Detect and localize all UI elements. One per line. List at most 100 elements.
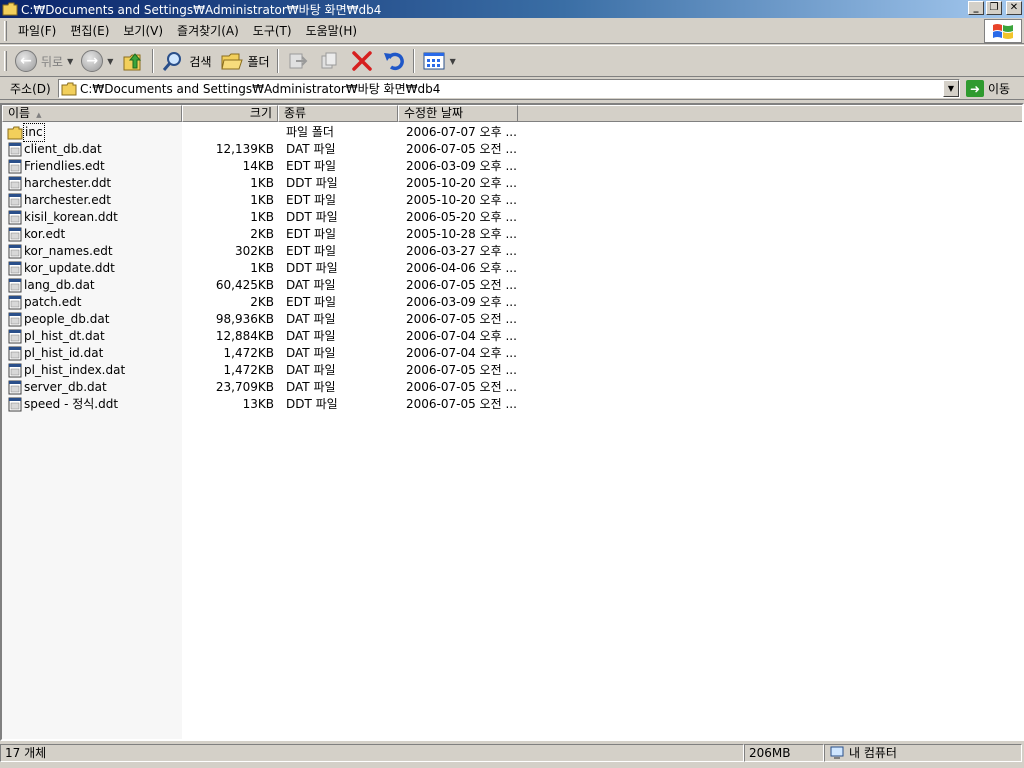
file-row[interactable]: lang_db.dat 60,425KB DAT 파일 2006-07-05 오전 .… <box>2 277 1022 294</box>
file-name: client_db.dat <box>24 142 102 156</box>
copy-to-button[interactable] <box>314 48 346 74</box>
file-icon <box>8 363 22 378</box>
file-name: server_db.dat <box>24 380 107 394</box>
file-row[interactable]: harchester.edt 1KB EDT 파일 2005-10-20 오후 ... <box>2 192 1022 209</box>
window-bottom-edge <box>0 763 1024 768</box>
menu-view[interactable]: 보기(V) <box>116 21 170 41</box>
address-value: C:₩Documents and Settings₩Administrator₩… <box>80 82 441 96</box>
views-button[interactable]: ▼ <box>418 48 460 74</box>
file-size: 302KB <box>234 244 274 258</box>
move-to-button[interactable] <box>282 48 314 74</box>
file-row[interactable]: speed - 정식.ddt 13KB DDT 파일 2006-07-05 오전 ..… <box>2 396 1022 413</box>
forward-dropdown-icon[interactable]: ▼ <box>107 57 113 66</box>
column-header-date[interactable]: 수정한 날짜 <box>398 105 518 122</box>
column-header-name[interactable]: 이름 ▲ <box>2 105 182 122</box>
forward-arrow-icon: → <box>81 50 104 72</box>
file-modified-date: 2006-07-05 오전 ... <box>406 312 516 326</box>
file-type: DDT 파일 <box>286 210 338 224</box>
views-dropdown-icon[interactable]: ▼ <box>450 57 456 66</box>
menu-help[interactable]: 도움말(H) <box>299 21 365 41</box>
file-type: EDT 파일 <box>286 193 337 207</box>
title-bar[interactable]: C:₩Documents and Settings₩Administrator₩… <box>0 0 1024 18</box>
status-zone-label: 내 컴퓨터 <box>849 746 897 760</box>
file-row[interactable]: people_db.dat 98,936KB DAT 파일 2006-07-05 오전… <box>2 311 1022 328</box>
file-row[interactable]: harchester.ddt 1KB DDT 파일 2005-10-20 오후 ... <box>2 175 1022 192</box>
address-label: 주소(D) <box>10 82 51 96</box>
file-size: 12,884KB <box>215 329 274 343</box>
menu-tools[interactable]: 도구(T) <box>246 21 299 41</box>
file-name: speed - 정식.ddt <box>24 397 119 411</box>
go-button[interactable]: ➜ 이동 <box>966 79 1010 98</box>
back-arrow-icon: ← <box>15 50 37 72</box>
maximize-button[interactable]: ❐ <box>986 1 1002 15</box>
back-dropdown-icon[interactable]: ▼ <box>67 57 73 66</box>
toolbar-separator <box>412 49 415 73</box>
file-row[interactable]: kor.edt 2KB EDT 파일 2005-10-28 오후 ... <box>2 226 1022 243</box>
standard-toolbar: ← 뒤로 ▼ → ▼ 검색 폴더 ▼ <box>0 45 1024 77</box>
file-name: kor_update.ddt <box>24 261 115 275</box>
file-type: DDT 파일 <box>286 397 338 411</box>
file-name: patch.edt <box>24 295 82 309</box>
address-bar: 주소(D) C:₩Documents and Settings₩Administ… <box>0 78 1024 100</box>
file-modified-date: 2006-04-06 오후 ... <box>406 261 516 275</box>
file-row[interactable]: Friendlies.edt 14KB EDT 파일 2006-03-09 오후 ..… <box>2 158 1022 175</box>
status-bar: 17 개체 206MB 내 컴퓨터 <box>0 743 1024 763</box>
file-modified-date: 2005-10-20 오후 ... <box>406 193 516 207</box>
file-row[interactable]: pl_hist_id.dat 1,472KB DAT 파일 2006-07-04 오후… <box>2 345 1022 362</box>
undo-button[interactable] <box>378 48 410 74</box>
status-total-size: 206MB <box>744 744 824 762</box>
file-modified-date: 2006-07-05 오전 ... <box>406 397 516 411</box>
toolbar-grip[interactable] <box>4 51 7 71</box>
file-row[interactable]: kisil_korean.ddt 1KB DDT 파일 2006-05-20 오후 .… <box>2 209 1022 226</box>
file-name: pl_hist_dt.dat <box>24 329 105 343</box>
folder-icon <box>2 2 18 16</box>
close-button[interactable]: ✕ <box>1006 1 1022 15</box>
file-type: EDT 파일 <box>286 159 337 173</box>
menu-favorites[interactable]: 즐겨찾기(A) <box>170 21 246 41</box>
up-folder-button[interactable] <box>117 48 149 74</box>
file-row[interactable]: patch.edt 2KB EDT 파일 2006-03-09 오후 ... <box>2 294 1022 311</box>
menu-file[interactable]: 파일(F) <box>11 21 63 41</box>
minimize-button[interactable]: _ <box>968 1 984 15</box>
file-size: 60,425KB <box>215 278 274 292</box>
file-icon <box>8 397 22 412</box>
file-row[interactable]: client_db.dat 12,139KB DAT 파일 2006-07-05 오전… <box>2 141 1022 158</box>
column-header-name-label: 이름 <box>8 106 31 120</box>
file-icon <box>8 329 22 344</box>
file-name: people_db.dat <box>24 312 110 326</box>
file-type: DAT 파일 <box>286 329 336 343</box>
column-header-filler <box>518 105 1022 122</box>
folders-button[interactable]: 폴더 <box>216 48 274 74</box>
back-button[interactable]: ← 뒤로 ▼ <box>11 48 77 74</box>
address-dropdown-icon[interactable]: ▼ <box>943 80 959 97</box>
go-arrow-icon: ➜ <box>966 80 984 97</box>
file-type: DDT 파일 <box>286 176 338 190</box>
file-icon <box>8 176 22 191</box>
address-input[interactable]: C:₩Documents and Settings₩Administrator₩… <box>58 79 960 98</box>
file-size: 98,936KB <box>215 312 274 326</box>
menu-edit[interactable]: 편집(E) <box>63 21 116 41</box>
file-row[interactable]: kor_names.edt 302KB EDT 파일 2006-03-27 오후 ..… <box>2 243 1022 260</box>
column-header-type[interactable]: 종류 <box>278 105 398 122</box>
windows-logo-icon <box>984 19 1022 43</box>
file-icon <box>8 193 22 208</box>
sort-ascending-icon: ▲ <box>36 111 42 119</box>
file-modified-date: 2006-07-05 오전 ... <box>406 142 516 156</box>
my-computer-icon <box>830 746 844 759</box>
search-button[interactable]: 검색 <box>157 48 215 74</box>
file-row[interactable]: pl_hist_index.dat 1,472KB DAT 파일 2006-07-05… <box>2 362 1022 379</box>
file-modified-date: 2006-07-05 오전 ... <box>406 380 516 394</box>
folder-row[interactable]: inc 파일 폴더 2006-07-07 오후 ... <box>2 123 1022 142</box>
forward-button[interactable]: → ▼ <box>77 48 117 74</box>
column-header-size[interactable]: 크기 <box>182 105 278 122</box>
menu-grip[interactable] <box>4 20 7 41</box>
file-name: kor.edt <box>24 227 66 241</box>
file-icon <box>8 227 22 242</box>
file-row[interactable]: pl_hist_dt.dat 12,884KB DAT 파일 2006-07-04 오… <box>2 328 1022 345</box>
file-icon <box>8 312 22 327</box>
delete-button[interactable] <box>346 48 378 74</box>
file-size: 1KB <box>250 193 274 207</box>
file-row[interactable]: server_db.dat 23,709KB DAT 파일 2006-07-05 오전… <box>2 379 1022 396</box>
file-row[interactable]: kor_update.ddt 1KB DDT 파일 2006-04-06 오후 ... <box>2 260 1022 277</box>
file-list-view[interactable]: 이름 ▲ 크기 종류 수정한 날짜 inc 파일 폴더 2006-07-07 오후 .… <box>0 103 1024 741</box>
